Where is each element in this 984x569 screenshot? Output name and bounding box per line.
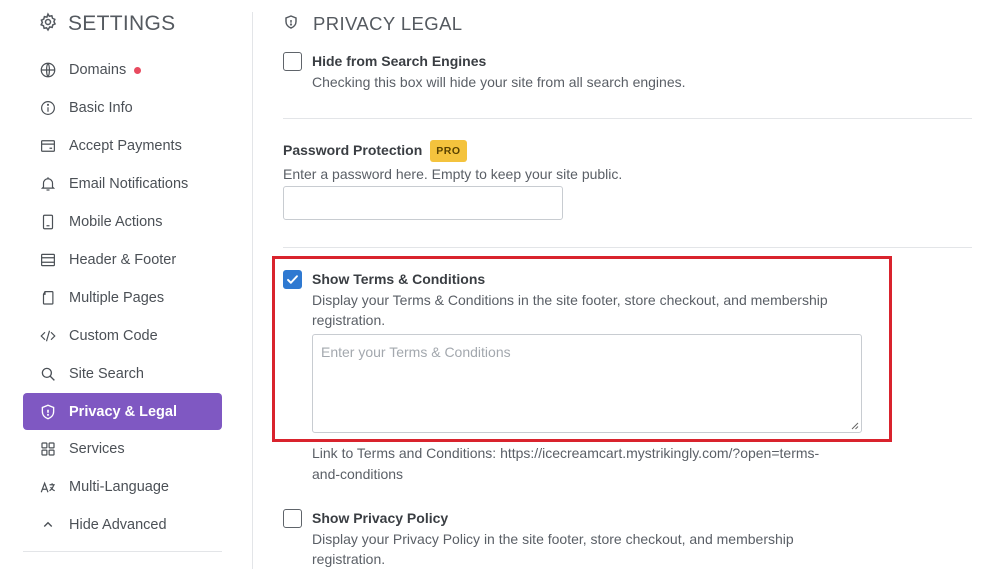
sidebar-item-label: Basic Info — [69, 100, 133, 116]
terms-description: Display your Terms & Conditions in the s… — [312, 292, 828, 308]
checkmark-icon — [287, 275, 298, 284]
password-label: Password Protection — [283, 142, 423, 158]
sidebar-item-privacy-legal[interactable]: Privacy & Legal — [23, 393, 222, 430]
globe-icon — [39, 61, 57, 79]
pro-badge: PRO — [430, 140, 467, 162]
mobile-icon — [39, 213, 57, 231]
terms-placeholder: Enter your Terms & Conditions — [321, 344, 511, 360]
hide-search-label: Hide from Search Engines — [312, 53, 487, 69]
privacy-label: Show Privacy Policy — [312, 510, 449, 526]
sidebar-item-label: Accept Payments — [69, 138, 182, 154]
sidebar-item-label: Privacy & Legal — [69, 403, 177, 420]
hide-search-checkbox[interactable] — [283, 52, 302, 71]
sidebar-item-email-notifications[interactable]: Email Notifications — [23, 165, 222, 203]
section-divider — [283, 247, 972, 248]
sidebar-item-basic-info[interactable]: Basic Info — [23, 89, 222, 127]
terms-label: Show Terms & Conditions — [312, 271, 486, 287]
sidebar-item-domains[interactable]: Domains — [23, 51, 222, 89]
password-description: Enter a password here. Empty to keep you… — [283, 166, 623, 182]
sidebar-item-hide-advanced[interactable]: Hide Advanced — [23, 506, 222, 544]
terms-textarea[interactable]: Enter your Terms & Conditions — [312, 334, 862, 433]
panel-divider — [252, 12, 253, 569]
shield-icon — [39, 403, 57, 421]
sidebar-divider — [23, 551, 222, 552]
chevron-up-icon — [39, 516, 57, 534]
sidebar-item-label: Hide Advanced — [69, 517, 167, 533]
page-title: PRIVACY LEGAL — [313, 13, 463, 34]
payment-card-icon — [39, 137, 57, 155]
sidebar-item-multiple-pages[interactable]: Multiple Pages — [23, 279, 222, 317]
settings-nav: Domains Basic Info Accept Payments Email… — [23, 51, 222, 544]
password-input[interactable] — [283, 186, 563, 220]
sidebar-item-multi-language[interactable]: Multi-Language — [23, 468, 222, 506]
privacy-description: Display your Privacy Policy in the site … — [312, 531, 794, 547]
sidebar-item-label: Services — [69, 441, 125, 457]
terms-link-line-cont: and-conditions — [312, 466, 404, 482]
gear-icon — [38, 11, 58, 37]
sidebar-item-accept-payments[interactable]: Accept Payments — [23, 127, 222, 165]
privacy-checkbox[interactable] — [283, 509, 302, 528]
layout-icon — [39, 251, 57, 269]
translate-icon — [39, 478, 57, 496]
privacy-legal-panel: PRIVACY LEGAL Hide from Search Engines C… — [283, 0, 973, 569]
sidebar-item-label: Domains — [69, 62, 127, 78]
sidebar-header: SETTINGS — [38, 9, 175, 39]
sidebar-item-mobile-actions[interactable]: Mobile Actions — [23, 203, 222, 241]
sidebar-title: SETTINGS — [68, 12, 176, 35]
section-header: PRIVACY LEGAL — [283, 10, 463, 38]
grid-icon — [39, 440, 57, 458]
terms-link-line: Link to Terms and Conditions: https://ic… — [312, 445, 820, 461]
sidebar-item-label: Multiple Pages — [69, 290, 165, 306]
hide-search-description: Checking this box will hide your site fr… — [312, 74, 686, 90]
sidebar-item-custom-code[interactable]: Custom Code — [23, 317, 222, 355]
terms-link-text: Link to Terms and Conditions: https://ic… — [312, 443, 872, 485]
shield-icon — [283, 14, 299, 35]
notification-dot — [134, 66, 142, 74]
sidebar-item-label: Mobile Actions — [69, 214, 163, 230]
search-icon — [39, 365, 57, 383]
sidebar-item-header-footer[interactable]: Header & Footer — [23, 241, 222, 279]
privacy-description-cont: registration. — [312, 551, 386, 567]
password-option: Password Protection PRO Enter a password … — [283, 140, 622, 184]
pages-icon — [39, 289, 57, 307]
sidebar-item-site-search[interactable]: Site Search — [23, 355, 222, 393]
sidebar-item-label: Email Notifications — [69, 176, 189, 192]
bell-icon — [39, 175, 57, 193]
sidebar-item-label: Multi-Language — [69, 479, 169, 495]
sidebar-item-label: Custom Code — [69, 328, 158, 344]
info-icon — [39, 99, 57, 117]
sidebar-item-services[interactable]: Services — [23, 430, 222, 468]
terms-checkbox[interactable] — [283, 270, 302, 289]
section-divider — [283, 118, 972, 119]
sidebar-item-label: Site Search — [69, 366, 144, 382]
code-icon — [39, 327, 57, 345]
sidebar-item-label: Header & Footer — [69, 252, 177, 268]
terms-description-cont: registration. — [312, 312, 386, 328]
resize-grip-icon[interactable] — [851, 422, 859, 430]
settings-sidebar: SETTINGS Domains Basic Info Accept Payme… — [0, 0, 252, 569]
